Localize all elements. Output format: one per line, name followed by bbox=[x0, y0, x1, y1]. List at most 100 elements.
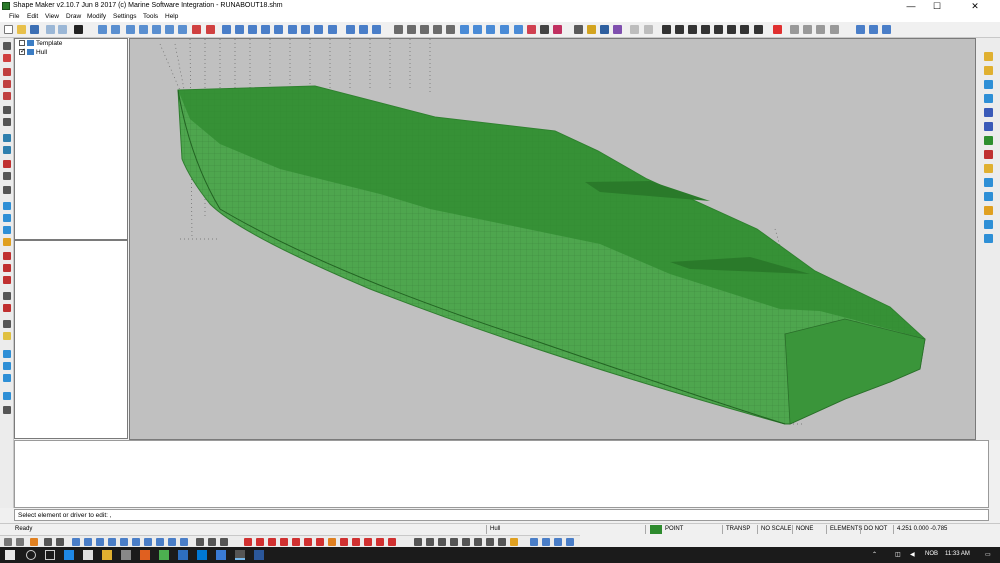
bottom-tool-18-icon[interactable] bbox=[220, 538, 228, 546]
tray-clock[interactable]: 11:33 AM bbox=[945, 551, 970, 557]
bottom-tool-15-icon[interactable] bbox=[180, 538, 188, 546]
status-no-scale[interactable]: NO SCALE bbox=[761, 526, 791, 532]
zoom-prev-icon[interactable] bbox=[165, 25, 174, 34]
save-icon[interactable] bbox=[30, 25, 39, 34]
station-icon[interactable] bbox=[3, 226, 11, 234]
tree-item-hull[interactable]: ✓ Hull bbox=[19, 48, 47, 58]
section-view-icon[interactable] bbox=[984, 178, 993, 187]
curve-type-1-icon[interactable] bbox=[414, 538, 422, 546]
tool-13-icon[interactable] bbox=[856, 25, 865, 34]
app-icon-2[interactable] bbox=[178, 550, 188, 560]
extend-icon[interactable] bbox=[3, 172, 11, 180]
tool-9-icon[interactable] bbox=[790, 25, 799, 34]
tool-1-icon[interactable] bbox=[662, 25, 671, 34]
curve-offset-icon[interactable] bbox=[420, 25, 429, 34]
plane-icon[interactable] bbox=[3, 202, 11, 210]
snap-tool-1-icon[interactable] bbox=[244, 538, 252, 546]
tool-4-icon[interactable] bbox=[701, 25, 710, 34]
explorer-icon[interactable] bbox=[102, 550, 112, 560]
delete-icon[interactable] bbox=[773, 25, 782, 34]
snap-tool-7-icon[interactable] bbox=[316, 538, 324, 546]
menu-file[interactable]: File bbox=[9, 13, 19, 20]
curve-type-2-icon[interactable] bbox=[426, 538, 434, 546]
ortho-icon[interactable] bbox=[644, 25, 653, 34]
grid-icon[interactable] bbox=[574, 25, 583, 34]
minimize-button[interactable]: — bbox=[898, 0, 924, 12]
tool-12-icon[interactable] bbox=[830, 25, 839, 34]
area-icon[interactable] bbox=[3, 374, 11, 382]
help-icon[interactable] bbox=[74, 25, 83, 34]
bottom-tool-11-icon[interactable] bbox=[132, 538, 140, 546]
bottom-tool-16-icon[interactable] bbox=[196, 538, 204, 546]
menu-draw[interactable]: Draw bbox=[66, 13, 81, 20]
new-icon[interactable] bbox=[4, 25, 13, 34]
menu-modify[interactable]: Modify bbox=[87, 13, 106, 20]
firefox-icon[interactable] bbox=[140, 550, 150, 560]
bottom-tool-2-icon[interactable] bbox=[16, 538, 24, 546]
zoom-out-icon[interactable] bbox=[111, 25, 120, 34]
zoom-all-icon[interactable] bbox=[152, 25, 161, 34]
measure-icon[interactable] bbox=[3, 350, 11, 358]
join-icon[interactable] bbox=[3, 320, 11, 328]
deselect-icon[interactable] bbox=[372, 25, 381, 34]
render-icon[interactable] bbox=[527, 25, 536, 34]
frame-icon[interactable] bbox=[984, 150, 993, 159]
redo-icon[interactable] bbox=[58, 25, 67, 34]
rotate-icon[interactable] bbox=[192, 25, 201, 34]
select-all-icon[interactable] bbox=[359, 25, 368, 34]
bottom-tool-6-icon[interactable] bbox=[72, 538, 80, 546]
highlight-tool-icon[interactable] bbox=[3, 238, 11, 246]
bottom-tool-7-icon[interactable] bbox=[84, 538, 92, 546]
chrome-icon[interactable] bbox=[159, 550, 169, 560]
bottom-tool-3-icon[interactable] bbox=[30, 538, 38, 546]
curve-type-3-icon[interactable] bbox=[438, 538, 446, 546]
section-icon[interactable] bbox=[3, 214, 11, 222]
snap-tool-6-icon[interactable] bbox=[304, 538, 312, 546]
surface-edit-icon[interactable] bbox=[473, 25, 482, 34]
status-none[interactable]: NONE bbox=[796, 526, 813, 532]
extra-tool-2-icon[interactable] bbox=[542, 538, 550, 546]
close-button[interactable]: ✕ bbox=[950, 0, 1000, 12]
snap-tool-13-icon[interactable] bbox=[388, 538, 396, 546]
tool-6-icon[interactable] bbox=[727, 25, 736, 34]
offset-icon[interactable] bbox=[3, 186, 11, 194]
tool-10-icon[interactable] bbox=[803, 25, 812, 34]
light-icon[interactable] bbox=[984, 66, 993, 75]
bottom-tool-8-icon[interactable] bbox=[96, 538, 104, 546]
notifications-icon[interactable]: ▭ bbox=[985, 551, 991, 558]
trim-icon[interactable] bbox=[3, 160, 11, 168]
windows-start-icon[interactable] bbox=[5, 550, 15, 560]
snap-tool-4-icon[interactable] bbox=[280, 538, 288, 546]
highlight-icon[interactable] bbox=[984, 164, 993, 173]
task-view-icon[interactable] bbox=[45, 550, 55, 560]
color-tool-icon[interactable] bbox=[984, 136, 993, 145]
shapemaker-task-icon[interactable] bbox=[235, 550, 245, 560]
camera-icon[interactable] bbox=[984, 94, 993, 103]
curve-trim-icon[interactable] bbox=[433, 25, 442, 34]
extra-tool-3-icon[interactable] bbox=[554, 538, 562, 546]
bottom-tool-14-icon[interactable] bbox=[168, 538, 176, 546]
surface-tool-icon[interactable] bbox=[3, 134, 11, 142]
ruler-icon[interactable] bbox=[587, 25, 596, 34]
bottom-tool-5-icon[interactable] bbox=[56, 538, 64, 546]
edit-icon[interactable] bbox=[3, 118, 11, 126]
zoom-extents-icon[interactable] bbox=[178, 25, 187, 34]
menu-edit[interactable]: Edit bbox=[27, 13, 38, 20]
import-icon[interactable] bbox=[984, 234, 993, 243]
word-icon[interactable] bbox=[254, 550, 264, 560]
surface-icon[interactable] bbox=[460, 25, 469, 34]
table-icon[interactable] bbox=[984, 206, 993, 215]
copy-icon[interactable] bbox=[3, 304, 11, 312]
tray-language[interactable]: NOB bbox=[925, 551, 938, 557]
mirror-icon[interactable] bbox=[3, 252, 11, 260]
curve-type-6-icon[interactable] bbox=[474, 538, 482, 546]
tool-3-icon[interactable] bbox=[688, 25, 697, 34]
curve-type-9-icon[interactable] bbox=[510, 538, 518, 546]
zoom-window-icon[interactable] bbox=[126, 25, 135, 34]
volume-icon[interactable]: ◀ bbox=[910, 551, 915, 558]
network-icon[interactable]: ◫ bbox=[895, 551, 901, 558]
snap-tool-9-icon[interactable] bbox=[340, 538, 348, 546]
stations-icon[interactable] bbox=[984, 192, 993, 201]
rotate-free-icon[interactable] bbox=[206, 25, 215, 34]
note-icon[interactable] bbox=[3, 332, 11, 340]
